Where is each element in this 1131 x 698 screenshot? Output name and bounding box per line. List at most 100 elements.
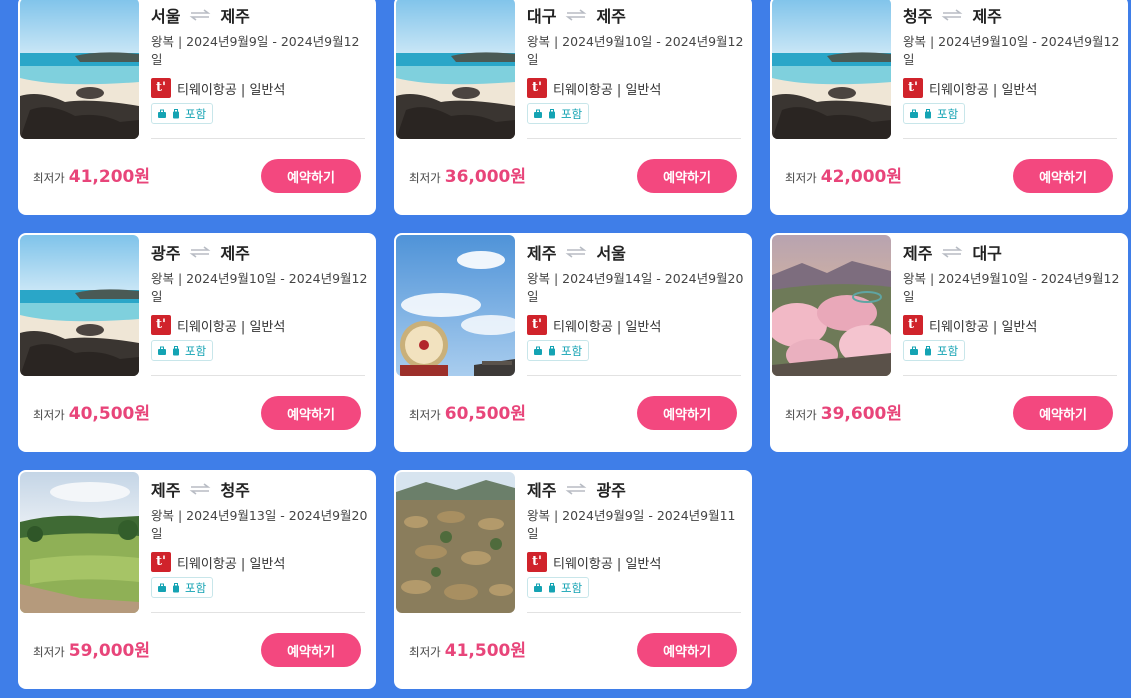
- checked-bag-icon: [925, 108, 931, 118]
- trip-dates: 왕복 | 2024년9월10일 - 2024년9월12일: [527, 34, 744, 67]
- price: 최저가 40,500원: [33, 399, 150, 425]
- divider: [903, 375, 1117, 376]
- origin-city: 대구: [527, 7, 557, 26]
- baggage-badge: 포함: [527, 577, 590, 598]
- swap-arrows-icon: [942, 9, 963, 21]
- destination-photo: [20, 472, 139, 613]
- trip-dates: 왕복 | 2024년9월9일 - 2024년9월12일: [151, 34, 360, 67]
- divider: [527, 612, 741, 613]
- airline-class: 티웨이항공 | 일반석: [177, 556, 286, 572]
- trip-dates: 왕복 | 2024년9월14일 - 2024년9월20일: [527, 271, 744, 304]
- flight-card: 청주 제주 왕복 | 2024년9월10일 - 2024년9월12일 t' 티웨…: [770, 0, 1128, 215]
- baggage-label: 포함: [937, 106, 959, 121]
- checked-bag-icon: [173, 345, 179, 355]
- destination-photo: [20, 235, 139, 376]
- flight-card: 제주 광주 왕복 | 2024년9월9일 - 2024년9월11일 t' 티웨이…: [394, 470, 752, 689]
- swap-arrows-icon: [566, 483, 587, 495]
- airline-info: t' 티웨이항공 | 일반석: [151, 551, 285, 573]
- tway-logo-icon: t': [527, 552, 547, 572]
- price-value: 41,200원: [68, 167, 150, 187]
- book-button[interactable]: 예약하기: [637, 396, 737, 430]
- route: 광주 제주: [151, 240, 250, 264]
- origin-city: 광주: [151, 244, 181, 263]
- airline-info: t' 티웨이항공 | 일반석: [151, 77, 285, 99]
- price-value: 42,000원: [820, 167, 902, 187]
- airline-class: 티웨이항공 | 일반석: [553, 556, 662, 572]
- route: 대구 제주: [527, 3, 626, 27]
- carry-on-bag-icon: [534, 346, 542, 355]
- carry-on-bag-icon: [910, 346, 918, 355]
- price: 최저가 59,000원: [33, 636, 150, 662]
- destination-city: 제주: [220, 7, 250, 26]
- destination-city: 제주: [972, 7, 1002, 26]
- flight-card: 제주 청주 왕복 | 2024년9월13일 - 2024년9월20일 t' 티웨…: [18, 470, 376, 689]
- tway-logo-icon: t': [903, 78, 923, 98]
- checked-bag-icon: [173, 582, 179, 592]
- carry-on-bag-icon: [534, 109, 542, 118]
- divider: [151, 612, 365, 613]
- origin-city: 제주: [527, 244, 557, 263]
- divider: [527, 375, 741, 376]
- baggage-badge: 포함: [903, 103, 966, 124]
- price-label: 최저가: [409, 171, 441, 185]
- divider: [903, 138, 1117, 139]
- airline-info: t' 티웨이항공 | 일반석: [903, 77, 1037, 99]
- book-button[interactable]: 예약하기: [261, 159, 361, 193]
- price: 최저가 60,500원: [409, 399, 526, 425]
- tway-logo-icon: t': [151, 315, 171, 335]
- book-button[interactable]: 예약하기: [637, 159, 737, 193]
- flight-card: 제주 서울 왕복 | 2024년9월14일 - 2024년9월20일 t' 티웨…: [394, 233, 752, 452]
- destination-photo: [396, 235, 515, 376]
- price-value: 40,500원: [68, 404, 150, 424]
- airline-class: 티웨이항공 | 일반석: [177, 319, 286, 335]
- destination-city: 대구: [972, 244, 1002, 263]
- trip-dates: 왕복 | 2024년9월10일 - 2024년9월12일: [903, 34, 1120, 67]
- price-label: 최저가: [409, 645, 441, 659]
- airline-info: t' 티웨이항공 | 일반석: [527, 551, 661, 573]
- checked-bag-icon: [173, 108, 179, 118]
- price-label: 최저가: [785, 171, 817, 185]
- baggage-label: 포함: [561, 343, 583, 358]
- destination-city: 청주: [220, 481, 250, 500]
- flight-card: 대구 제주 왕복 | 2024년9월10일 - 2024년9월12일 t' 티웨…: [394, 0, 752, 215]
- book-button[interactable]: 예약하기: [637, 633, 737, 667]
- swap-arrows-icon: [190, 246, 211, 258]
- destination-photo: [396, 472, 515, 613]
- destination-photo: [772, 235, 891, 376]
- price-value: 39,600원: [820, 404, 902, 424]
- book-button[interactable]: 예약하기: [1013, 159, 1113, 193]
- swap-arrows-icon: [566, 246, 587, 258]
- baggage-badge: 포함: [151, 340, 214, 361]
- divider: [527, 138, 741, 139]
- baggage-label: 포함: [561, 580, 583, 595]
- destination-city: 광주: [596, 481, 626, 500]
- book-button[interactable]: 예약하기: [1013, 396, 1113, 430]
- airline-class: 티웨이항공 | 일반석: [929, 319, 1038, 335]
- flight-card: 광주 제주 왕복 | 2024년9월10일 - 2024년9월12일 t' 티웨…: [18, 233, 376, 452]
- price-label: 최저가: [33, 645, 65, 659]
- route: 제주 대구: [903, 240, 1002, 264]
- airline-info: t' 티웨이항공 | 일반석: [527, 314, 661, 336]
- trip-dates: 왕복 | 2024년9월10일 - 2024년9월12일: [151, 271, 368, 304]
- baggage-badge: 포함: [527, 103, 590, 124]
- destination-city: 서울: [596, 244, 626, 263]
- flight-results-grid: 서울 제주 왕복 | 2024년9월9일 - 2024년9월12일 t' 티웨이…: [0, 0, 1131, 698]
- price-label: 최저가: [409, 408, 441, 422]
- origin-city: 제주: [903, 244, 933, 263]
- price: 최저가 36,000원: [409, 162, 526, 188]
- carry-on-bag-icon: [158, 109, 166, 118]
- trip-dates: 왕복 | 2024년9월9일 - 2024년9월11일: [527, 508, 736, 541]
- baggage-badge: 포함: [527, 340, 590, 361]
- route: 제주 광주: [527, 477, 626, 501]
- price-value: 59,000원: [68, 641, 150, 661]
- price: 최저가 41,200원: [33, 162, 150, 188]
- destination-city: 제주: [596, 7, 626, 26]
- tway-logo-icon: t': [527, 78, 547, 98]
- book-button[interactable]: 예약하기: [261, 396, 361, 430]
- checked-bag-icon: [549, 108, 555, 118]
- price-label: 최저가: [33, 408, 65, 422]
- book-button[interactable]: 예약하기: [261, 633, 361, 667]
- carry-on-bag-icon: [158, 583, 166, 592]
- airline-class: 티웨이항공 | 일반석: [553, 319, 662, 335]
- flight-card: 제주 대구 왕복 | 2024년9월10일 - 2024년9월12일 t' 티웨…: [770, 233, 1128, 452]
